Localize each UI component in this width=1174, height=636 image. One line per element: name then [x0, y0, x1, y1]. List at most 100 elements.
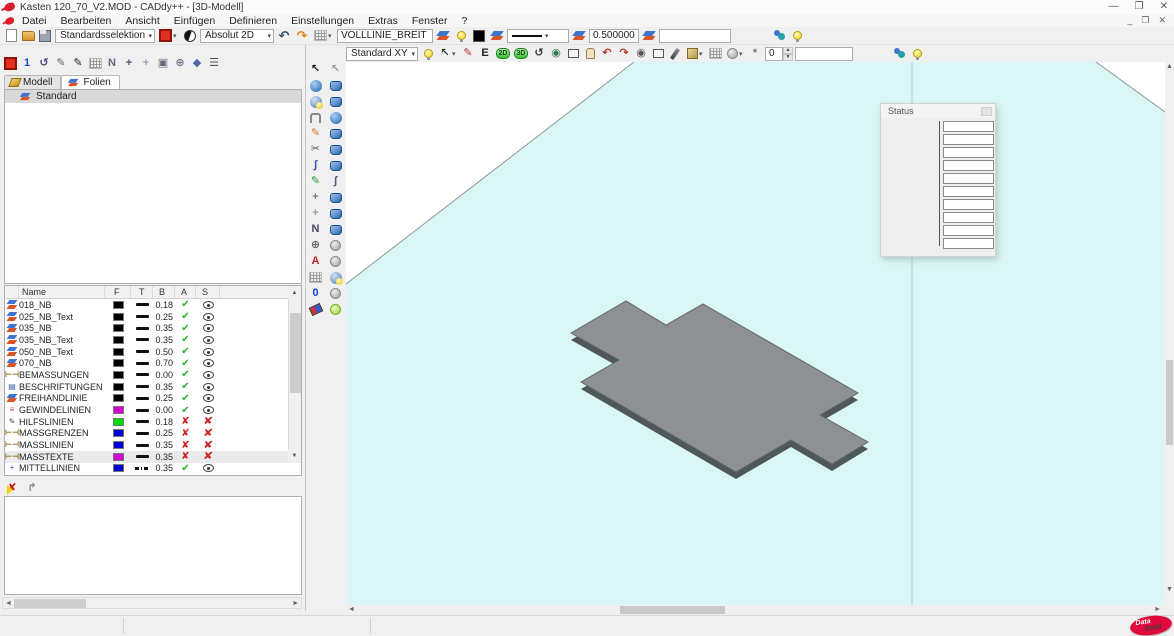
- layer-visibility-toggle[interactable]: [196, 394, 220, 402]
- menu-item-definieren[interactable]: Definieren: [222, 15, 284, 27]
- freehand-pen-icon[interactable]: ✎: [307, 174, 324, 189]
- scroll-down-icon[interactable]: ▼: [288, 449, 301, 462]
- workplane-cube-icon-caret[interactable]: ▾: [699, 50, 706, 58]
- layer-linetype[interactable]: [131, 385, 153, 388]
- layer-linetype[interactable]: [131, 420, 153, 423]
- layer-active-toggle[interactable]: ✔: [175, 405, 196, 416]
- layer-active-toggle[interactable]: ✔: [175, 381, 196, 392]
- torus-primitive-icon[interactable]: [327, 126, 344, 141]
- layer-row-masslinien[interactable]: ⊢⊣MASSLINIEN0.35✘✘: [5, 439, 301, 451]
- layer-color-swatch[interactable]: [105, 453, 131, 461]
- layer-row-massgrenzen[interactable]: ⊢⊣MASSGRENZEN0.25✘✘: [5, 428, 301, 440]
- hatch-grid-icon[interactable]: [707, 46, 723, 61]
- scroll-up-icon[interactable]: ▲: [288, 286, 301, 299]
- close-panel-icon[interactable]: [2, 56, 18, 71]
- layer-active-toggle[interactable]: ✔: [175, 299, 196, 310]
- view-3d-button[interactable]: 3D: [513, 46, 529, 61]
- disc-stack-icon[interactable]: [327, 206, 344, 221]
- layer-row-035_nb_text[interactable]: 035_NB_Text0.35✔: [5, 334, 301, 346]
- tree-item-standard[interactable]: Standard: [5, 90, 301, 103]
- menu-item-fenster[interactable]: Fenster: [405, 15, 455, 27]
- layer-visibility-toggle[interactable]: [196, 301, 220, 309]
- print-preview-icon[interactable]: [650, 46, 666, 61]
- layer-linetype[interactable]: [131, 350, 153, 353]
- layer-linetype[interactable]: [131, 444, 153, 447]
- spline-icon[interactable]: N: [307, 222, 324, 237]
- layer-color-swatch[interactable]: [105, 406, 131, 414]
- layer-bulb-icon[interactable]: [453, 28, 469, 43]
- col-s[interactable]: S: [196, 286, 220, 298]
- line-color-swatch[interactable]: [471, 28, 487, 43]
- layer-name[interactable]: 070_NB: [19, 358, 105, 368]
- new-file-icon[interactable]: [3, 28, 19, 43]
- layer-name[interactable]: GEWINDELINIEN: [19, 405, 105, 415]
- layer-row-035_nb[interactable]: 035_NB0.35✔: [5, 322, 301, 334]
- layer-name[interactable]: MITTELLINIEN: [19, 463, 105, 473]
- cube-icon[interactable]: ▣: [155, 56, 171, 71]
- layer-name[interactable]: 035_NB_Text: [19, 335, 105, 345]
- layer-visibility-toggle[interactable]: [196, 464, 220, 472]
- layer-linetype[interactable]: [131, 315, 153, 318]
- panel-hscrollbar[interactable]: ◄ ►: [2, 597, 302, 609]
- canvas-hscroll-thumb[interactable]: [620, 606, 725, 614]
- bool-sphere-gray2-icon[interactable]: [327, 254, 344, 269]
- view-2d-button[interactable]: 2D: [495, 46, 511, 61]
- layer-active-toggle[interactable]: ✘: [175, 416, 196, 427]
- layer-width[interactable]: 0.35: [153, 382, 175, 392]
- table-scrollbar[interactable]: ▲ ▼: [288, 299, 301, 462]
- layer-name[interactable]: 035_NB: [19, 323, 105, 333]
- layer-visibility-toggle[interactable]: ✘: [196, 440, 220, 451]
- layer-visibility-toggle[interactable]: ✘: [196, 416, 220, 427]
- layer-apply2-icon[interactable]: [489, 28, 505, 43]
- layer-color-swatch[interactable]: [105, 324, 131, 332]
- spin-up-icon[interactable]: ▲: [783, 47, 793, 54]
- layer-visibility-toggle[interactable]: ✘: [196, 451, 220, 462]
- layer-color-swatch[interactable]: [105, 418, 131, 426]
- select-arrow-icon[interactable]: ↖: [307, 62, 324, 77]
- linewidth-input[interactable]: 0.500000: [589, 29, 639, 43]
- layer-name[interactable]: 025_NB_Text: [19, 312, 105, 322]
- solid-sphere-icon[interactable]: [307, 78, 324, 93]
- layer-row-freihandlinie[interactable]: FREIHANDLINIE0.25✔: [5, 393, 301, 405]
- text-icon[interactable]: A: [307, 254, 324, 269]
- bool-sphere-green-icon[interactable]: [327, 302, 344, 317]
- layer-bulb-icon[interactable]: [420, 46, 436, 61]
- curve-icon[interactable]: ∫: [307, 158, 324, 173]
- render-sphere-icon[interactable]: [724, 46, 740, 61]
- layer-visibility-toggle[interactable]: [196, 371, 220, 379]
- star-marker-icon[interactable]: *: [747, 46, 763, 61]
- cylinder-primitive-icon[interactable]: [327, 94, 344, 109]
- save-icon[interactable]: [37, 28, 53, 43]
- layer-width[interactable]: 0.18: [153, 300, 175, 310]
- panel-hscroll-thumb[interactable]: [14, 599, 86, 608]
- layer-color-swatch[interactable]: [105, 359, 131, 367]
- point-cross-icon[interactable]: +: [307, 206, 324, 221]
- layer-width[interactable]: 0.35: [153, 440, 175, 450]
- restore-button[interactable]: ❐: [1135, 1, 1144, 12]
- linetype-input[interactable]: VOLLLINIE_BREIT: [337, 29, 433, 43]
- light-toggle-icon[interactable]: [909, 46, 925, 61]
- apply-arrow-icon[interactable]: ↱: [24, 481, 40, 496]
- mdi-close-button[interactable]: ✕: [1158, 15, 1166, 26]
- hatch-icon[interactable]: [87, 56, 103, 71]
- mdi-restore-button[interactable]: ❐: [1141, 15, 1149, 26]
- table-scroll-thumb[interactable]: [290, 313, 301, 393]
- layer-active-toggle[interactable]: ✔: [175, 393, 196, 404]
- measure-icon[interactable]: ⊕: [307, 238, 324, 253]
- layer-color-swatch[interactable]: [105, 441, 131, 449]
- layer-color-swatch[interactable]: [105, 394, 131, 402]
- bulb-icon[interactable]: [789, 28, 805, 43]
- menu-item-extras[interactable]: Extras: [361, 15, 405, 27]
- layer-color-swatch[interactable]: [105, 371, 131, 379]
- tab-folien[interactable]: Folien: [61, 75, 119, 89]
- hatch-fill-icon[interactable]: [307, 270, 324, 285]
- view-aux-input[interactable]: [795, 47, 853, 61]
- status-field-8[interactable]: [943, 212, 994, 223]
- bool-sphere-yellow-icon[interactable]: [327, 270, 344, 285]
- edit-pen-icon[interactable]: ✎: [53, 56, 69, 71]
- layer-apply4-icon[interactable]: [641, 28, 657, 43]
- layer-name[interactable]: MASSTEXTE: [19, 452, 105, 462]
- sphere-modify-icon[interactable]: [307, 94, 324, 109]
- canvas-scroll-up-icon[interactable]: ▲: [1166, 63, 1173, 70]
- layer-visibility-toggle[interactable]: [196, 336, 220, 344]
